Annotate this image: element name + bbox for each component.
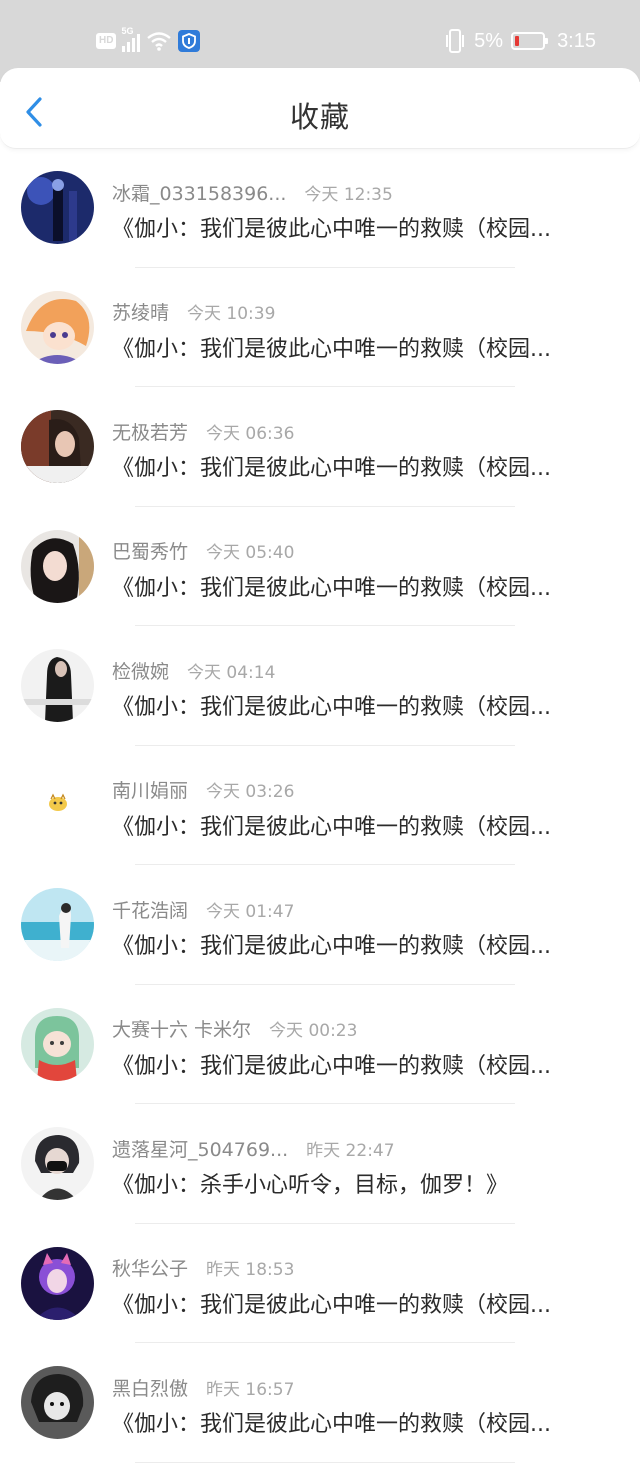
- divider: [135, 1461, 515, 1463]
- favorite-title[interactable]: 《伽小：我们是彼此心中唯一的救赎（校园...: [112, 331, 612, 363]
- timestamp: 今天 12:35: [304, 184, 393, 205]
- avatar[interactable]: [21, 171, 94, 244]
- timestamp: 今天 00:23: [269, 1021, 358, 1041]
- user-name[interactable]: 冰霜_033158396...: [112, 179, 286, 206]
- item-meta: 秋华公子 昨天 18:53: [112, 1254, 294, 1282]
- list-item[interactable]: 无极若芳 今天 06:36 《伽小：我们是彼此心中唯一的救赎（校园...: [0, 387, 640, 507]
- list-item[interactable]: 冰霜_033158396... 今天 12:35 《伽小：我们是彼此心中唯一的救…: [0, 148, 640, 268]
- clock: 3:15: [557, 29, 596, 52]
- status-left: HD 5G: [96, 26, 201, 54]
- list-item[interactable]: 遗落星河_504769... 昨天 22:47 《伽小：杀手小心听令，目标，伽罗…: [0, 1104, 640, 1224]
- favorite-title[interactable]: 《伽小：杀手小心听令，目标，伽罗！》: [112, 1167, 612, 1199]
- timestamp: 今天 05:40: [206, 543, 295, 563]
- item-meta: 无极若芳 今天 06:36: [112, 417, 294, 445]
- battery-icon: [511, 32, 549, 50]
- list-item[interactable]: 苏绫晴 今天 10:39 《伽小：我们是彼此心中唯一的救赎（校园...: [0, 268, 640, 387]
- wifi-icon: [147, 32, 172, 51]
- favorite-title[interactable]: 《伽小：我们是彼此心中唯一的救赎（校园...: [112, 1048, 612, 1080]
- timestamp: 今天 03:26: [206, 782, 295, 802]
- timestamp: 昨天 16:57: [206, 1379, 295, 1400]
- item-meta: 千花浩阔 今天 01:47: [112, 895, 294, 923]
- shield-icon: [178, 30, 201, 52]
- signal-icon: 5G: [121, 26, 141, 52]
- favorites-list: 冰霜_033158396... 今天 12:35 《伽小：我们是彼此心中唯一的救…: [0, 148, 640, 1463]
- item-meta: 苏绫晴 今天 10:39: [112, 298, 275, 326]
- avatar[interactable]: [21, 888, 94, 961]
- timestamp: 昨天 18:53: [206, 1260, 295, 1280]
- user-name[interactable]: 遗落星河_504769...: [112, 1135, 288, 1162]
- favorite-title[interactable]: 《伽小：我们是彼此心中唯一的救赎（校园...: [112, 809, 612, 841]
- user-name[interactable]: 黑白烈傲: [112, 1374, 188, 1401]
- user-name[interactable]: 检微婉: [112, 657, 169, 684]
- item-meta: 遗落星河_504769... 昨天 22:47: [112, 1134, 395, 1162]
- favorite-title[interactable]: 《伽小：我们是彼此心中唯一的救赎（校园...: [112, 450, 612, 482]
- timestamp: 今天 06:36: [206, 423, 295, 444]
- favorite-title[interactable]: 《伽小：我们是彼此心中唯一的救赎（校园...: [112, 689, 612, 721]
- status-right: 5% 3:15: [444, 26, 596, 56]
- battery-percent: 5%: [474, 29, 504, 52]
- avatar[interactable]: [21, 290, 94, 364]
- favorite-title[interactable]: 《伽小：我们是彼此心中唯一的救赎（校园...: [112, 211, 612, 243]
- timestamp: 今天 10:39: [187, 304, 276, 324]
- page-title: 收藏: [289, 100, 350, 134]
- favorite-title[interactable]: 《伽小：我们是彼此心中唯一的救赎（校园...: [112, 1287, 612, 1319]
- avatar[interactable]: [21, 1007, 94, 1081]
- list-item[interactable]: 巴蜀秀竹 今天 05:40 《伽小：我们是彼此心中唯一的救赎（校园...: [0, 507, 640, 626]
- timestamp: 今天 04:14: [187, 662, 276, 683]
- list-item[interactable]: 黑白烈傲 昨天 16:57 《伽小：我们是彼此心中唯一的救赎（校园...: [0, 1343, 640, 1463]
- avatar[interactable]: [21, 768, 94, 842]
- list-item[interactable]: 千花浩阔 今天 01:47 《伽小：我们是彼此心中唯一的救赎（校园...: [0, 865, 640, 985]
- avatar[interactable]: [21, 649, 94, 722]
- item-meta: 检微婉 今天 04:14: [112, 656, 275, 684]
- item-meta: 黑白烈傲 昨天 16:57: [112, 1373, 294, 1401]
- vibrate-icon: [446, 29, 465, 53]
- hd-badge: HD: [96, 33, 117, 49]
- favorite-title[interactable]: 《伽小：我们是彼此心中唯一的救赎（校园...: [112, 1406, 612, 1438]
- user-name[interactable]: 巴蜀秀竹: [112, 537, 188, 564]
- item-meta: 冰霜_033158396... 今天 12:35: [112, 178, 393, 206]
- item-meta: 南川娟丽 今天 03:26: [112, 776, 294, 804]
- user-name[interactable]: 无极若芳: [112, 418, 188, 445]
- list-item[interactable]: 检微婉 今天 04:14 《伽小：我们是彼此心中唯一的救赎（校园...: [0, 626, 640, 746]
- nav-header: 收藏: [0, 68, 640, 149]
- list-item[interactable]: 南川娟丽 今天 03:26 《伽小：我们是彼此心中唯一的救赎（校园...: [0, 746, 640, 865]
- user-name[interactable]: 大赛十六 卡米尔: [112, 1015, 251, 1042]
- list-item[interactable]: 大赛十六 卡米尔 今天 00:23 《伽小：我们是彼此心中唯一的救赎（校园...: [0, 985, 640, 1104]
- timestamp: 昨天 22:47: [306, 1140, 395, 1161]
- timestamp: 今天 01:47: [206, 901, 295, 922]
- avatar[interactable]: [21, 410, 94, 483]
- user-name[interactable]: 千花浩阔: [112, 896, 188, 923]
- item-meta: 大赛十六 卡米尔 今天 00:23: [112, 1015, 357, 1043]
- user-name[interactable]: 南川娟丽: [112, 776, 188, 803]
- avatar[interactable]: [21, 529, 94, 603]
- favorite-title[interactable]: 《伽小：我们是彼此心中唯一的救赎（校园...: [112, 570, 612, 602]
- user-name[interactable]: 苏绫晴: [112, 298, 169, 325]
- favorite-title[interactable]: 《伽小：我们是彼此心中唯一的救赎（校园...: [112, 928, 612, 960]
- avatar[interactable]: [21, 1366, 94, 1439]
- user-name[interactable]: 秋华公子: [112, 1254, 188, 1281]
- avatar[interactable]: [21, 1246, 94, 1320]
- avatar[interactable]: [21, 1127, 94, 1200]
- item-meta: 巴蜀秀竹 今天 05:40: [112, 537, 294, 565]
- network-label: 5G: [121, 26, 134, 36]
- list-item[interactable]: 秋华公子 昨天 18:53 《伽小：我们是彼此心中唯一的救赎（校园...: [0, 1224, 640, 1343]
